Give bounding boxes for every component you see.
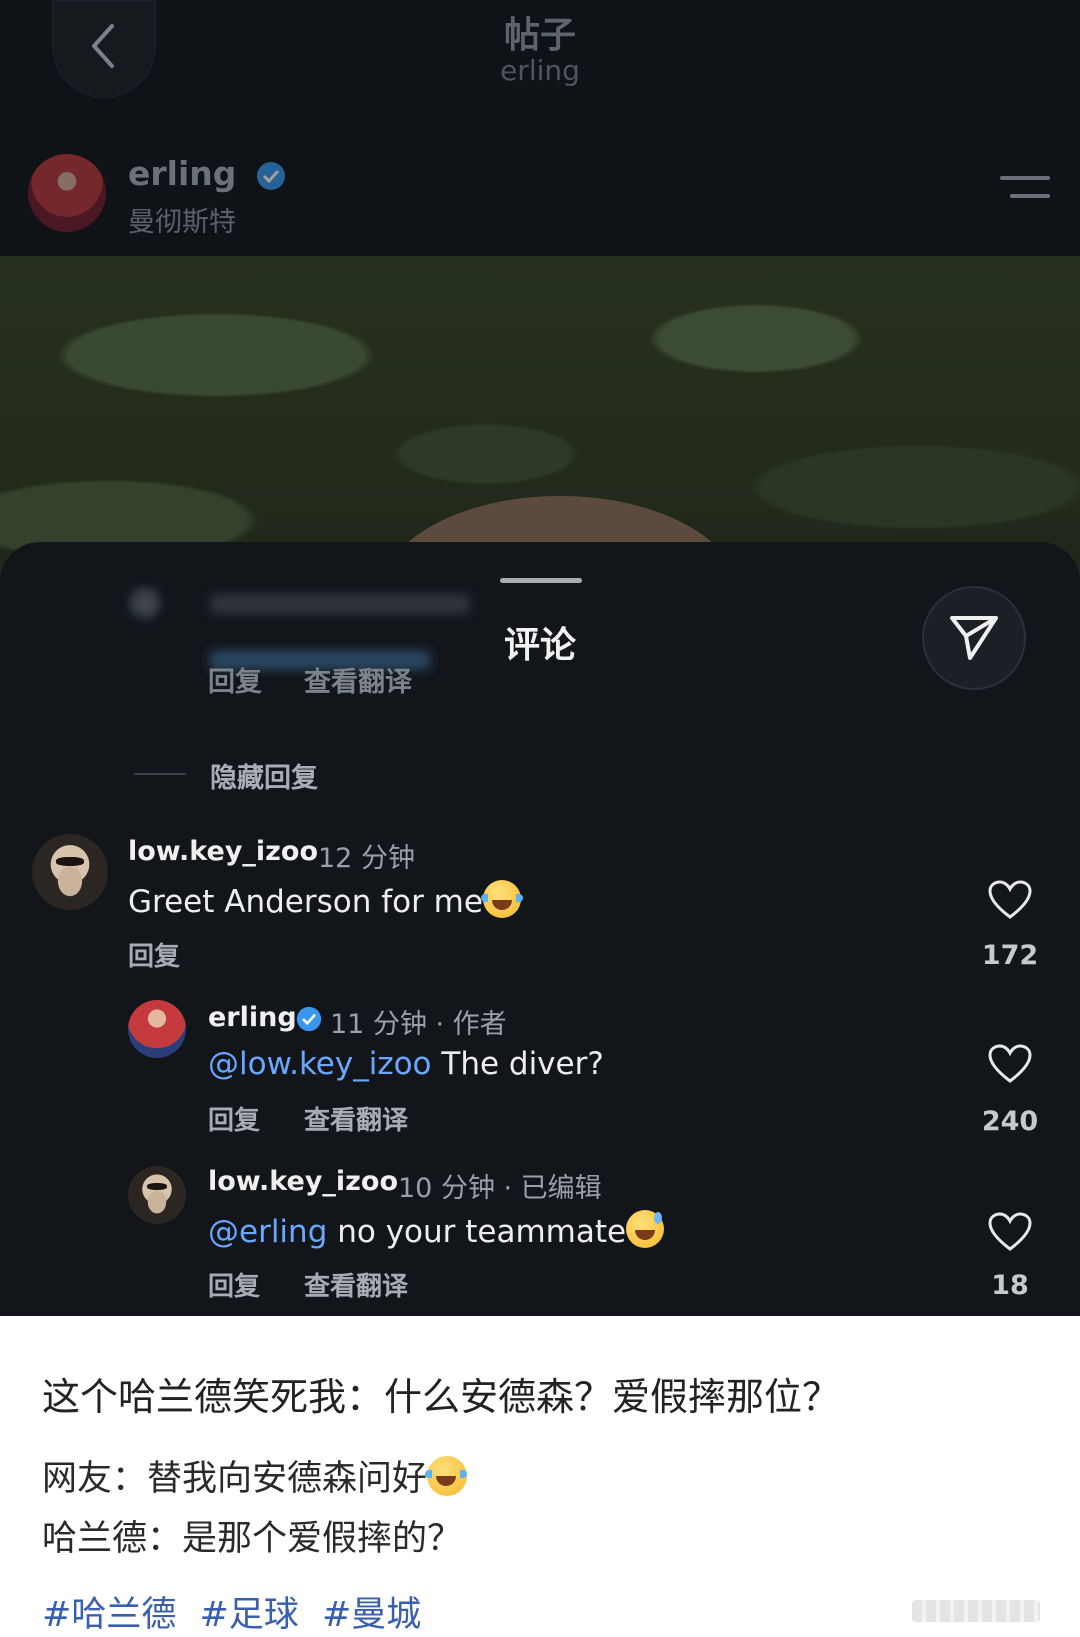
heart-icon[interactable] [988,880,1032,920]
hashtag-link[interactable]: #哈兰德 [42,1595,176,1635]
comment-username[interactable]: low.key_izoo [128,836,318,867]
faded-translate-button[interactable]: 查看翻译 [304,660,412,699]
commenter-avatar[interactable] [128,1000,186,1058]
like-count: 240 [981,1106,1039,1137]
faded-reply-button[interactable]: 回复 [208,660,262,699]
page-title: 帖子 [503,15,576,56]
watermark [912,1600,1040,1622]
share-button[interactable] [922,586,1026,690]
comment-text: @erling no your teammate [208,1210,665,1250]
heart-icon[interactable] [988,1212,1032,1252]
mention-link[interactable]: @erling [208,1214,327,1250]
post-photo [0,256,1080,696]
page-subtitle: erling [500,54,580,87]
laughing-emoji [480,880,523,918]
like-count: 172 [981,940,1039,971]
post-author-name[interactable]: erling [128,154,286,193]
hide-replies-line [134,773,186,775]
caption-line-1-text: 网友：替我向安德森问好 [42,1459,428,1499]
mention-link[interactable]: @low.key_izoo [208,1046,432,1082]
caption-line-2: 哈兰德：是那个爱假摔的？ [42,1519,463,1559]
hide-replies-button[interactable]: 隐藏回复 [210,756,318,795]
sheet-title: 评论 [503,625,576,666]
verified-icon [296,1006,322,1032]
caption-line-1: 网友：替我向安德森问好 [42,1450,468,1501]
verified-icon [256,161,285,190]
comment-body: no your teammate [327,1214,627,1250]
reply-button[interactable]: 回复 [208,1100,260,1137]
reply-button[interactable]: 回复 [128,936,180,973]
heart-icon[interactable] [988,1044,1032,1084]
comment-time: 12 分钟 [318,843,415,874]
post-author-username: erling [128,154,237,193]
instagram-post-screen: 帖子 erling erling 曼彻斯特 评论 回复 查看翻译 隐藏回复 lo… [0,0,1080,1316]
caption-title: 这个哈兰德笑死我：什么安德森？爱假摔那位？ [42,1375,841,1419]
reply-button[interactable]: 回复 [208,1266,260,1303]
hashtag-link[interactable]: #曼城 [322,1595,421,1635]
commenter-avatar[interactable] [128,1166,186,1224]
comment-username[interactable]: low.key_izoo [208,1166,398,1197]
laughing-emoji [425,1456,468,1496]
post-location[interactable]: 曼彻斯特 [128,200,236,239]
hashtag-link[interactable]: #足球 [199,1595,298,1635]
comment-text: Greet Anderson for me [128,880,523,920]
translate-button[interactable]: 查看翻译 [304,1266,408,1303]
commenter-avatar[interactable] [32,834,108,910]
comment-body: The diver? [431,1046,604,1082]
send-icon [950,616,998,660]
menu-icon[interactable] [1000,176,1050,212]
comment-time: 10 分钟 · 已编辑 [398,1173,602,1204]
comment-text: @low.key_izoo The diver? [208,1046,604,1082]
post-author-avatar[interactable] [28,154,106,232]
comment-time: 11 分钟 · 作者 [330,1009,507,1040]
hashtag-list: #哈兰德 #足球 #曼城 [42,1586,433,1637]
comment-body: Greet Anderson for me [128,884,483,920]
like-count: 18 [991,1270,1029,1301]
comment-username[interactable]: erling [208,1002,297,1033]
sweat-smile-emoji [626,1210,665,1248]
translate-button[interactable]: 查看翻译 [304,1100,408,1137]
sheet-drag-handle[interactable] [500,578,582,583]
